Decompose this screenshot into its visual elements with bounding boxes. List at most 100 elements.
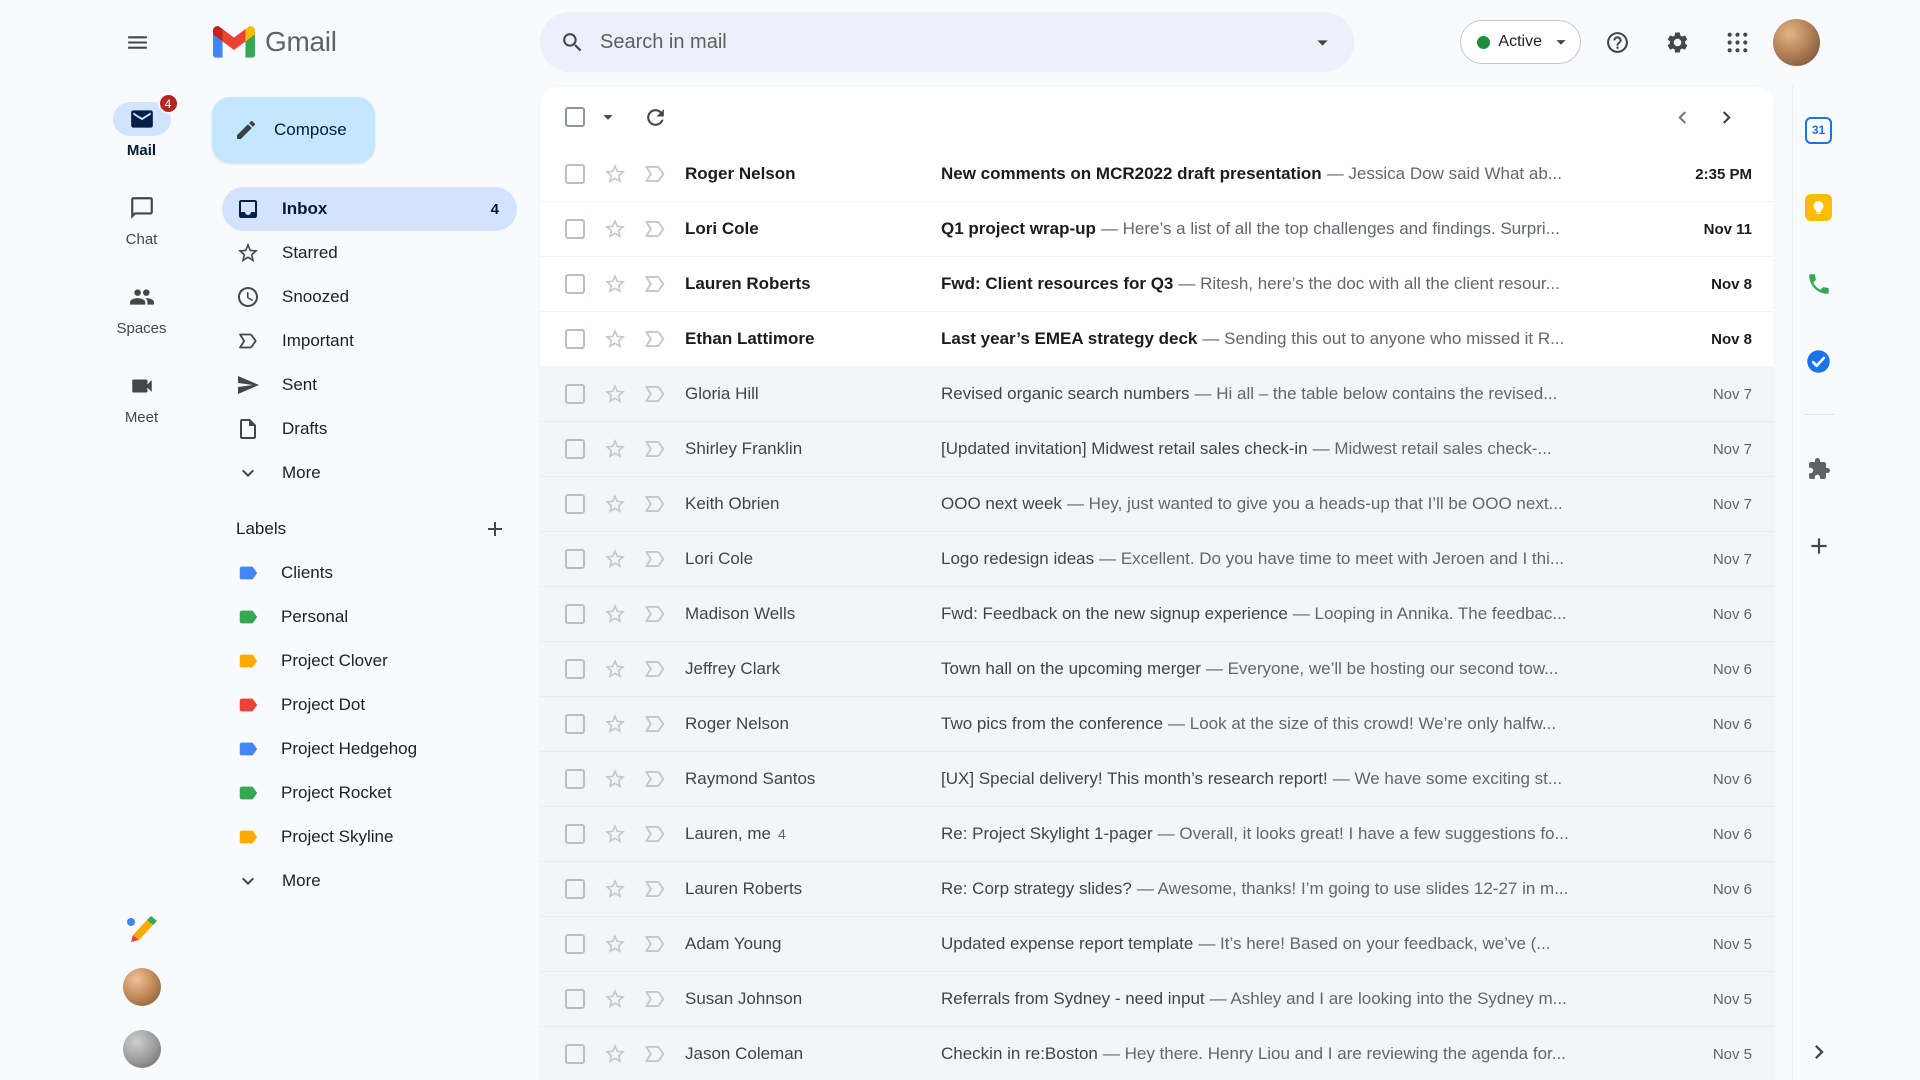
row-checkbox[interactable] — [565, 274, 585, 294]
important-marker-icon[interactable] — [635, 656, 675, 682]
sidebar-item-sent[interactable]: Sent — [222, 363, 517, 407]
important-marker-icon[interactable] — [635, 381, 675, 407]
row-checkbox[interactable] — [565, 494, 585, 514]
important-marker-icon[interactable] — [635, 546, 675, 572]
row-checkbox[interactable] — [565, 439, 585, 459]
sidebar-label[interactable]: Project Dot — [222, 683, 517, 727]
important-marker-icon[interactable] — [635, 161, 675, 187]
row-checkbox[interactable] — [565, 219, 585, 239]
star-icon[interactable] — [595, 492, 635, 516]
important-marker-icon[interactable] — [635, 436, 675, 462]
create-label-button[interactable] — [475, 509, 515, 549]
rail-item-meet[interactable]: Meet — [113, 369, 171, 426]
row-checkbox[interactable] — [565, 549, 585, 569]
status-selector[interactable]: Active — [1460, 20, 1581, 64]
row-checkbox[interactable] — [565, 329, 585, 349]
row-checkbox[interactable] — [565, 879, 585, 899]
rail-item-mail[interactable]: 4 Mail — [113, 102, 171, 159]
email-row[interactable]: Roger Nelson New comments on MCR2022 dra… — [540, 147, 1774, 202]
important-marker-icon[interactable] — [635, 601, 675, 627]
star-icon[interactable] — [595, 382, 635, 406]
email-row[interactable]: Susan Johnson Referrals from Sydney - ne… — [540, 972, 1774, 1027]
star-icon[interactable] — [595, 657, 635, 681]
tasks-icon[interactable] — [1795, 337, 1843, 385]
select-dropdown[interactable] — [595, 97, 621, 137]
rail-item-spaces[interactable]: Spaces — [113, 280, 171, 337]
rail-item-chat[interactable]: Chat — [113, 191, 171, 248]
email-row[interactable]: Ethan Lattimore Last year’s EMEA strateg… — [540, 312, 1774, 367]
important-marker-icon[interactable] — [635, 491, 675, 517]
sidebar-label[interactable]: Personal — [222, 595, 517, 639]
star-icon[interactable] — [595, 437, 635, 461]
star-icon[interactable] — [595, 272, 635, 296]
row-checkbox[interactable] — [565, 769, 585, 789]
email-row[interactable]: Lauren, me 4 Re: Project Skylight 1-page… — [540, 807, 1774, 862]
email-row[interactable]: Raymond Santos [UX] Special delivery! Th… — [540, 752, 1774, 807]
important-marker-icon[interactable] — [635, 711, 675, 737]
panel-expand-chevron[interactable] — [1795, 1028, 1843, 1076]
sidebar-label[interactable]: Project Clover — [222, 639, 517, 683]
star-icon[interactable] — [595, 712, 635, 736]
star-icon[interactable] — [595, 987, 635, 1011]
email-row[interactable]: Lori Cole Q1 project wrap-up— Here’s a l… — [540, 202, 1774, 257]
compose-button[interactable]: Compose — [212, 97, 375, 163]
select-all-checkbox[interactable] — [565, 107, 585, 127]
star-icon[interactable] — [595, 877, 635, 901]
newer-page-button[interactable] — [1660, 95, 1704, 139]
important-marker-icon[interactable] — [635, 326, 675, 352]
star-icon[interactable] — [595, 327, 635, 351]
important-marker-icon[interactable] — [635, 876, 675, 902]
important-marker-icon[interactable] — [635, 986, 675, 1012]
email-row[interactable]: Jeffrey Clark Town hall on the upcoming … — [540, 642, 1774, 697]
account-avatar[interactable] — [1773, 19, 1820, 66]
search-input[interactable] — [596, 12, 1298, 72]
star-icon[interactable] — [595, 162, 635, 186]
sidebar-label[interactable]: Project Rocket — [222, 771, 517, 815]
sidebar-item-important[interactable]: Important — [222, 319, 517, 363]
important-marker-icon[interactable] — [635, 931, 675, 957]
important-marker-icon[interactable] — [635, 821, 675, 847]
row-checkbox[interactable] — [565, 604, 585, 624]
important-marker-icon[interactable] — [635, 216, 675, 242]
row-checkbox[interactable] — [565, 1044, 585, 1064]
sidebar-item-starred[interactable]: Starred — [222, 231, 517, 275]
email-row[interactable]: Adam Young Updated expense report templa… — [540, 917, 1774, 972]
star-icon[interactable] — [595, 932, 635, 956]
help-icon[interactable] — [1593, 18, 1641, 66]
star-icon[interactable] — [595, 1042, 635, 1066]
profile-avatar-1[interactable] — [123, 968, 161, 1006]
row-checkbox[interactable] — [565, 989, 585, 1009]
email-row[interactable]: Madison Wells Fwd: Feedback on the new s… — [540, 587, 1774, 642]
email-row[interactable]: Keith Obrien OOO next week— Hey, just wa… — [540, 477, 1774, 532]
star-icon[interactable] — [595, 767, 635, 791]
row-checkbox[interactable] — [565, 164, 585, 184]
google-apps-icon[interactable] — [1713, 18, 1761, 66]
sidebar-item-inbox[interactable]: Inbox 4 — [222, 187, 517, 231]
sidebar-item-more[interactable]: More — [222, 451, 517, 495]
older-page-button[interactable] — [1704, 95, 1748, 139]
row-checkbox[interactable] — [565, 934, 585, 954]
addons-icon[interactable] — [1795, 445, 1843, 493]
refresh-button[interactable] — [633, 95, 677, 139]
search-icon[interactable] — [548, 18, 596, 66]
profile-avatar-2[interactable] — [123, 1030, 161, 1068]
row-checkbox[interactable] — [565, 384, 585, 404]
email-row[interactable]: Jason Coleman Checkin in re:Boston— Hey … — [540, 1027, 1774, 1080]
email-row[interactable]: Lauren Roberts Re: Corp strategy slides?… — [540, 862, 1774, 917]
main-menu-icon[interactable] — [113, 18, 161, 66]
add-panel-app-icon[interactable] — [1795, 522, 1843, 570]
star-icon[interactable] — [595, 547, 635, 571]
settings-gear-icon[interactable] — [1653, 18, 1701, 66]
sidebar-label[interactable]: Project Hedgehog — [222, 727, 517, 771]
row-checkbox[interactable] — [565, 659, 585, 679]
row-checkbox[interactable] — [565, 714, 585, 734]
sidebar-label[interactable]: Clients — [222, 551, 517, 595]
email-row[interactable]: Gloria Hill Revised organic search numbe… — [540, 367, 1774, 422]
search-options-icon[interactable] — [1298, 18, 1346, 66]
labels-more[interactable]: More — [222, 859, 517, 903]
email-row[interactable]: Roger Nelson Two pics from the conferenc… — [540, 697, 1774, 752]
star-icon[interactable] — [595, 822, 635, 846]
email-row[interactable]: Shirley Franklin [Updated invitation] Mi… — [540, 422, 1774, 477]
email-row[interactable]: Lauren Roberts Fwd: Client resources for… — [540, 257, 1774, 312]
voice-icon[interactable] — [1795, 260, 1843, 308]
